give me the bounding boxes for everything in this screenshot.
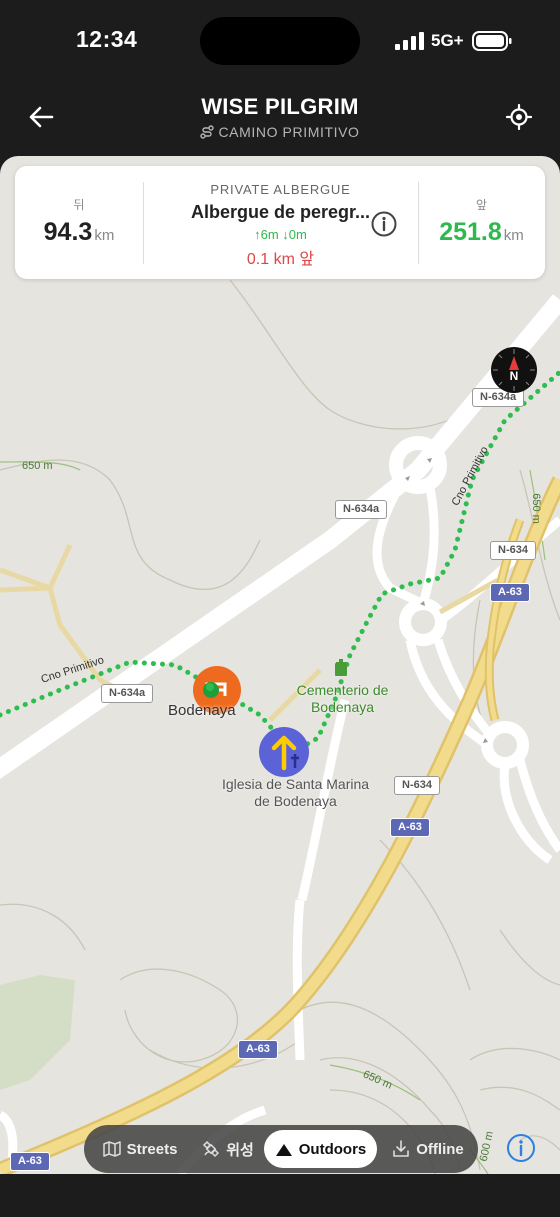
layer-satellite-button[interactable]: 위성: [192, 1130, 264, 1168]
road-badge: A-63: [490, 583, 530, 602]
download-icon: [393, 1140, 410, 1157]
satellite-icon: [203, 1140, 220, 1158]
ahead-value: 251.8: [439, 218, 502, 246]
layer-streets-label: Streets: [126, 1140, 178, 1158]
compass-button[interactable]: N: [490, 346, 538, 394]
mountain-icon: [275, 1143, 292, 1156]
layer-offline-label: Offline: [416, 1140, 464, 1158]
contour-label: 650 m: [22, 460, 53, 472]
place-label: Bodenaya: [168, 702, 236, 719]
map-info-icon[interactable]: [506, 1133, 536, 1163]
waypoint-info-card[interactable]: 뒤 94.3 km PRIVATE ALBERGUE Albergue de pe…: [15, 166, 545, 279]
behind-value: 94.3: [43, 218, 93, 246]
road-badge: A-63: [238, 1040, 278, 1059]
ahead-label: 앞: [475, 198, 488, 212]
behind-unit: km: [94, 227, 115, 244]
dynamic-island: [200, 17, 360, 65]
battery-icon: [472, 31, 512, 51]
network-type: 5G+: [431, 31, 464, 50]
waypoint-type: PRIVATE ALBERGUE: [210, 182, 351, 197]
crosshair-icon: [506, 104, 532, 130]
place-label: Cementerio de Bodenaya: [296, 682, 389, 715]
subtitle-text: CAMINO PRIMITIVO: [218, 124, 360, 140]
route-icon: [200, 125, 215, 139]
layer-streets-button[interactable]: Streets: [92, 1130, 188, 1168]
status-bar: 12:34 5G+: [0, 0, 560, 84]
ahead-value-row: 251.8 km: [418, 218, 545, 247]
distance-ahead: 앞 251.8 km: [418, 166, 545, 279]
app-header: WISE PILGRIM CAMINO PRIMITIVO: [0, 84, 560, 156]
map-view[interactable]: 650 m 650 m 650 m 600 m Cno Primitivo Cn…: [0, 156, 560, 1174]
current-location-marker[interactable]: [258, 726, 310, 778]
road-badge: A-63: [10, 1152, 50, 1171]
road-badge: N-634: [490, 541, 536, 560]
road-badge: N-634a: [335, 500, 388, 519]
signal-icon: [395, 32, 424, 50]
distance-behind: 뒤 94.3 km: [15, 166, 143, 279]
page-subtitle: CAMINO PRIMITIVO: [0, 124, 560, 140]
place-label: Iglesia de Santa Marina de Bodenaya: [221, 776, 370, 809]
info-icon[interactable]: [370, 210, 398, 238]
ahead-unit: km: [503, 227, 524, 244]
contour-label: 650 m: [529, 493, 542, 524]
behind-value-row: 94.3 km: [15, 218, 143, 247]
home-indicator-area: [0, 1174, 560, 1217]
layer-outdoors-button[interactable]: Outdoors: [264, 1130, 377, 1168]
waypoint-distance: 0.1 km 앞: [246, 251, 315, 268]
behind-label: 뒤: [73, 198, 85, 212]
cemetery-icon: [335, 659, 347, 676]
road-badge: A-63: [390, 818, 430, 837]
layer-outdoors-label: Outdoors: [298, 1140, 367, 1158]
page-title: WISE PILGRIM: [201, 94, 359, 119]
map-layer-switcher: Streets 위성 Outdoors Offline: [84, 1125, 478, 1173]
layer-satellite-label: 위성: [226, 1141, 254, 1159]
status-time: 12:34: [76, 26, 138, 52]
road-badge: N-634a: [101, 684, 154, 703]
road-badge: N-634: [394, 776, 440, 795]
map-icon: [102, 1141, 121, 1157]
layer-offline-button[interactable]: Offline: [382, 1130, 474, 1168]
locate-button[interactable]: [502, 100, 536, 134]
compass-label: N: [510, 369, 519, 383]
